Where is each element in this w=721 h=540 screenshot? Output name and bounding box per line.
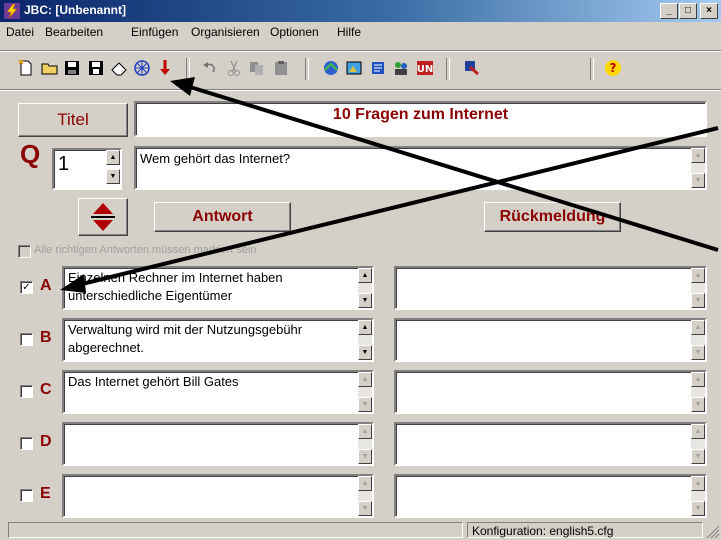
jbc-window: JBC: [Unbenannt] _ □ × Datei Bearbeiten …	[0, 0, 721, 540]
annotation-arrow-to-web-icon	[170, 77, 719, 252]
annotation-arrow-to-checkbox	[60, 126, 719, 293]
annotation-arrows	[60, 77, 719, 293]
